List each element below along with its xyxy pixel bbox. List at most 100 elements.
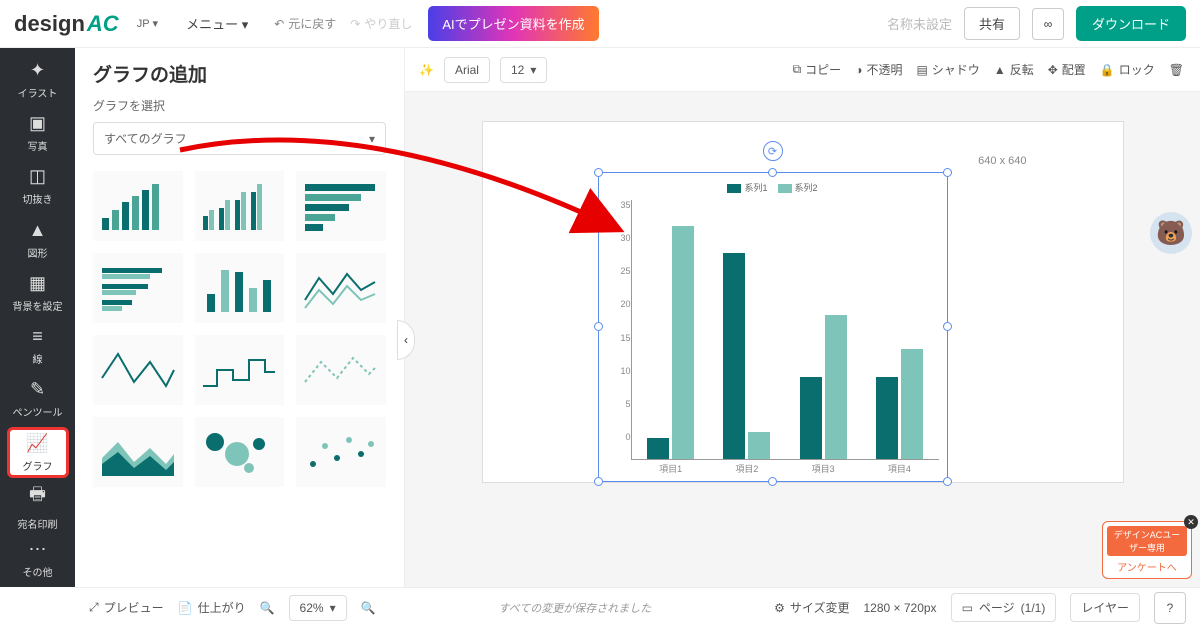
font-select[interactable]: Arial (444, 57, 490, 83)
tool-rail: ✦イラスト ▣写真 ◫切抜き ▲図形 ▦背景を設定 ≡線 ✎ペンツール 📈グラフ… (0, 48, 75, 587)
preview-button[interactable]: ⤢プレビュー (89, 599, 164, 616)
chevron-down-icon: ▾ (530, 63, 536, 77)
language-select[interactable]: JP▾ (131, 17, 164, 30)
thumb-scatter[interactable] (296, 417, 386, 487)
resize-button[interactable]: ⚙サイズ変更 (774, 599, 849, 616)
top-bar: designAC JP▾ メニュー ▾ ↶元に戻す ↷やり直し AIでプレゼン資… (0, 0, 1200, 48)
thumb-line-1[interactable] (296, 253, 386, 323)
thumb-bar-2[interactable] (195, 171, 285, 241)
fontsize-select[interactable]: 12▾ (500, 57, 547, 83)
handle-tr[interactable] (943, 168, 952, 177)
book-icon: ▭ (962, 601, 973, 615)
canvas[interactable]: ⟳ 640 x 640 系列1 系列2 (405, 92, 1200, 587)
magic-icon[interactable]: ✨ (419, 63, 434, 77)
opacity-button[interactable]: ◑不透明 (853, 61, 904, 78)
rail-background[interactable]: ▦背景を設定 (7, 267, 69, 318)
delete-button[interactable]: 🗑 (1167, 63, 1186, 77)
survey-header: デザインACユーザー専用 (1107, 526, 1187, 556)
page-select[interactable]: ▭ ページ (1/1) (951, 593, 1057, 622)
handle-bl[interactable] (594, 477, 603, 486)
image-icon: ▣ (29, 113, 46, 134)
plot-area: 項目1項目2項目3項目4 (631, 200, 939, 460)
handle-tl[interactable] (594, 168, 603, 177)
handle-b[interactable] (768, 477, 777, 486)
shadow-button[interactable]: ▤シャドウ (914, 61, 981, 78)
legend-swatch-1 (727, 184, 741, 193)
download-button[interactable]: ダウンロード (1076, 6, 1186, 41)
logo[interactable]: designAC (14, 11, 119, 37)
rail-shapes[interactable]: ▲図形 (7, 214, 69, 265)
document-icon: 📄 (178, 601, 193, 615)
rail-line[interactable]: ≡線 (7, 320, 69, 371)
chevron-down-icon: ▾ (153, 17, 159, 30)
redo-icon: ↷ (350, 17, 360, 31)
pen-icon: ✎ (30, 379, 45, 400)
rail-other[interactable]: ⋯その他 (7, 534, 69, 585)
zoom-select[interactable]: 62% ▾ (289, 595, 347, 621)
selection-box[interactable]: ⟳ 640 x 640 系列1 系列2 (598, 172, 948, 482)
thumb-bubble[interactable] (195, 417, 285, 487)
handle-t[interactable] (768, 168, 777, 177)
copy-button[interactable]: ⧉コピー (791, 61, 844, 78)
undo-button[interactable]: ↶元に戻す (270, 11, 340, 36)
flip-button[interactable]: ▲反転 (992, 61, 1036, 78)
chart-object[interactable]: 系列1 系列2 35302520151050 項目1項目2項目3項目4 (607, 181, 939, 473)
survey-button[interactable]: アンケートへ (1107, 559, 1187, 574)
thumb-line-2[interactable] (93, 335, 183, 405)
panel-subtitle: グラフを選択 (93, 97, 386, 114)
canvas-area: ✨ Arial 12▾ ⧉コピー ◑不透明 ▤シャドウ ▲反転 ✥配置 🔒ロック… (405, 48, 1200, 587)
y-axis: 35302520151050 (607, 200, 631, 460)
rail-print[interactable]: 🖶宛名印刷 (7, 480, 69, 531)
chevron-down-icon: ▾ (369, 132, 375, 146)
layer-button[interactable]: レイヤー (1070, 593, 1140, 622)
property-bar: ✨ Arial 12▾ ⧉コピー ◑不透明 ▤シャドウ ▲反転 ✥配置 🔒ロック… (405, 48, 1200, 92)
menu-button[interactable]: メニュー ▾ (176, 10, 258, 37)
dimension-label: 640 x 640 (978, 155, 1026, 167)
thumb-area[interactable] (93, 417, 183, 487)
align-icon: ✥ (1048, 63, 1058, 77)
handle-l[interactable] (594, 322, 603, 331)
bottom-bar: ⤢プレビュー 📄仕上がり 🔍 62% ▾ 🔍 すべての変更が保存されました ⚙サ… (75, 587, 1200, 627)
legend-swatch-2 (778, 184, 792, 193)
chart-type-select[interactable]: すべてのグラフ▾ (93, 122, 386, 155)
canvas-dims: 1280 × 720px (863, 601, 936, 615)
rail-pen[interactable]: ✎ペンツール (7, 374, 69, 425)
align-button[interactable]: ✥配置 (1046, 61, 1088, 78)
chevron-down-icon: ▾ (330, 601, 336, 615)
page[interactable]: ⟳ 640 x 640 系列1 系列2 (483, 122, 1123, 482)
lock-icon: 🔒 (1100, 63, 1115, 77)
shadow-icon: ▤ (916, 63, 927, 77)
handle-br[interactable] (943, 477, 952, 486)
rail-illustration[interactable]: ✦イラスト (7, 54, 69, 105)
thumb-step[interactable] (195, 335, 285, 405)
survey-close-button[interactable]: ✕ (1184, 515, 1198, 529)
thumb-bar-1[interactable] (93, 171, 183, 241)
zoom-in-button[interactable]: 🔍 (361, 601, 376, 615)
background-icon: ▦ (29, 273, 46, 294)
shapes-icon: ▲ (29, 220, 47, 241)
mascot-avatar[interactable]: 🐻 (1150, 212, 1192, 254)
history-controls: ↶元に戻す ↷やり直し (270, 11, 416, 36)
lock-button[interactable]: 🔒ロック (1098, 61, 1157, 78)
share-button[interactable]: 共有 (964, 7, 1020, 40)
document-title-input[interactable]: 名称未設定 (887, 14, 952, 33)
finish-button[interactable]: 📄仕上がり (178, 599, 246, 616)
share-link-button[interactable]: ∞ (1032, 8, 1064, 40)
rail-cutout[interactable]: ◫切抜き (7, 161, 69, 212)
rotate-handle[interactable]: ⟳ (763, 141, 783, 161)
thumb-bar-3[interactable] (195, 253, 285, 323)
rail-chart[interactable]: 📈グラフ (7, 427, 69, 478)
chart-thumbnails (93, 171, 386, 487)
help-button[interactable]: ? (1154, 592, 1186, 624)
zoom-out-button[interactable]: 🔍 (260, 601, 275, 615)
thumb-hbar-2[interactable] (93, 253, 183, 323)
save-status: すべての変更が保存されました (390, 600, 761, 616)
chevron-down-icon: ▾ (242, 17, 249, 32)
chart-legend: 系列1 系列2 (607, 181, 939, 194)
chart-icon: 📈 (26, 433, 48, 454)
thumb-line-dash[interactable] (296, 335, 386, 405)
handle-r[interactable] (943, 322, 952, 331)
ai-presentation-button[interactable]: AIでプレゼン資料を作成 (428, 6, 598, 41)
rail-photo[interactable]: ▣写真 (7, 107, 69, 158)
thumb-hbar-1[interactable] (296, 171, 386, 241)
